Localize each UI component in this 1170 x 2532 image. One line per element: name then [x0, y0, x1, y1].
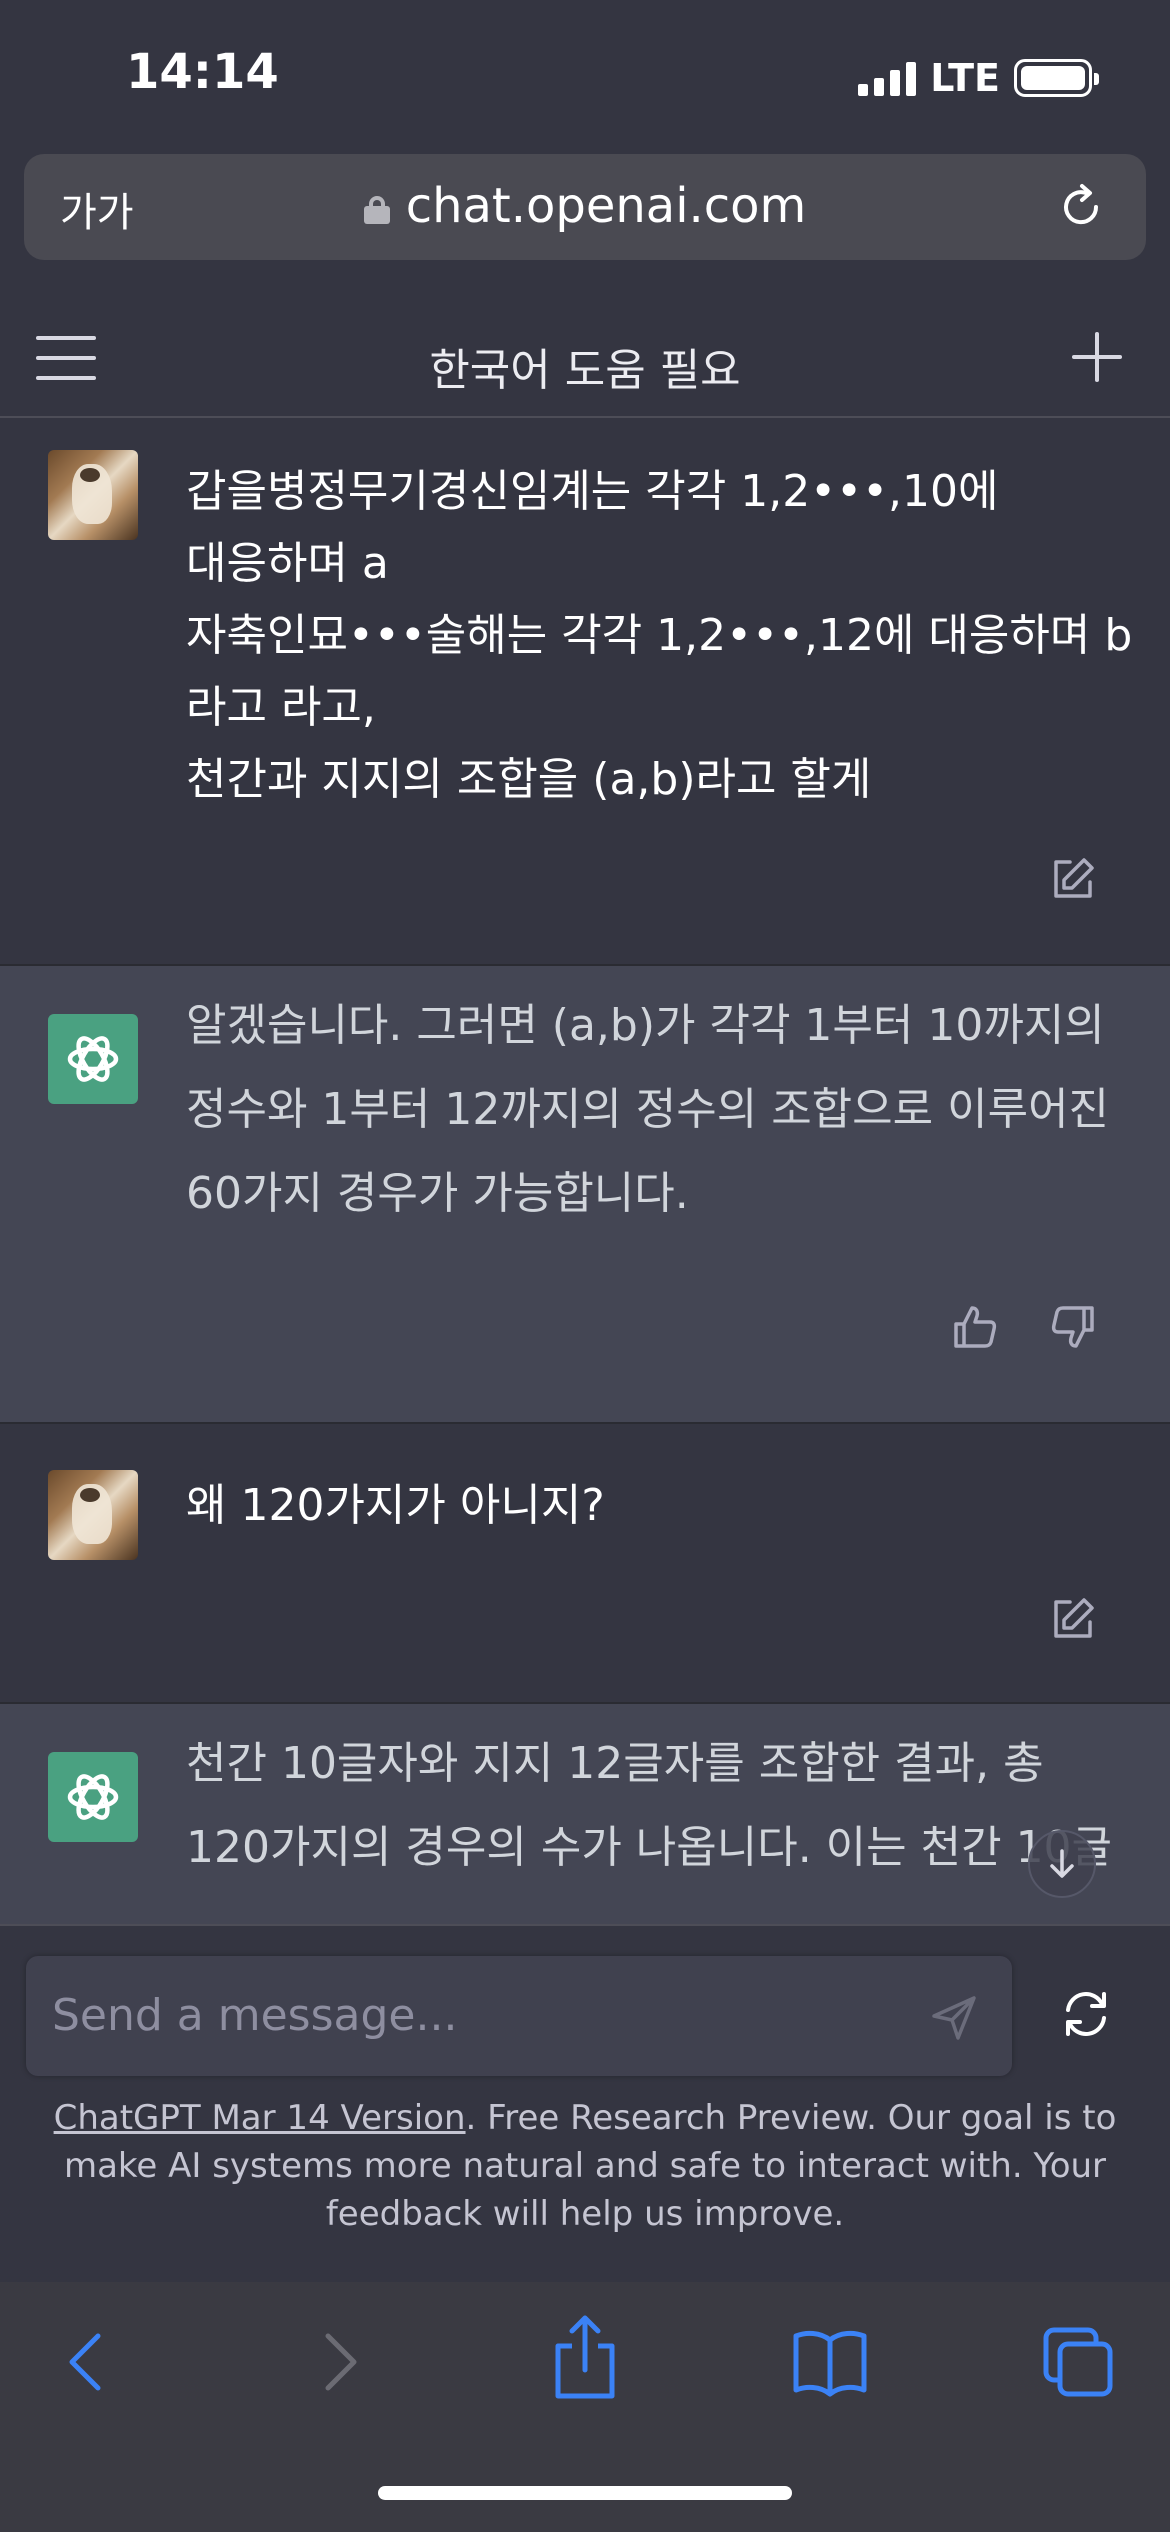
conversation[interactable]: 갑을병정무기경신임계는 각각 1,2•••,10에 대응하며 a 자축인묘•••… — [0, 420, 1170, 1924]
status-time: 14:14 — [126, 44, 279, 100]
home-indicator — [378, 2486, 792, 2500]
chat-title: 한국어 도움 필요 — [429, 345, 741, 396]
message-line: 라고 라고, — [186, 682, 376, 733]
status-bar: 14:14 LTE — [0, 0, 1170, 150]
url-display[interactable]: chat.openai.com — [24, 178, 1146, 234]
message-user: 갑을병정무기경신임계는 각각 1,2•••,10에 대응하며 a 자축인묘•••… — [0, 420, 1170, 966]
tabs-icon[interactable] — [1040, 2324, 1116, 2400]
message-input[interactable] — [52, 1982, 892, 2048]
edit-icon[interactable] — [1048, 1594, 1098, 1644]
chat-header: 한국어 도움 필요 — [0, 294, 1170, 418]
reload-icon[interactable] — [1056, 182, 1106, 232]
message-line: 알겠습니다. 그러면 (a,b)가 각각 1부터 10까지의 — [186, 1000, 1105, 1051]
message-line: 자축인묘•••술해는 각각 1,2•••,12에 대응하며 b — [186, 610, 1133, 661]
network-label: LTE — [930, 56, 1000, 100]
regenerate-icon[interactable] — [1060, 1988, 1112, 2040]
message-line: 천간과 지지의 조합을 (a,b)라고 할게 — [186, 754, 872, 805]
url-text: chat.openai.com — [405, 178, 807, 234]
edit-icon[interactable] — [1048, 854, 1098, 904]
message-input-box[interactable] — [26, 1956, 1012, 2076]
new-chat-icon[interactable] — [1072, 332, 1122, 382]
message-line: 60가지 경우가 가능합니다. — [186, 1168, 689, 1219]
message-text: 갑을병정무기경신임계는 각각 1,2•••,10에 대응하며 a 자축인묘•••… — [186, 456, 1133, 816]
thumbs-up-icon[interactable] — [950, 1302, 1000, 1352]
version-link[interactable]: ChatGPT Mar 14 Version — [54, 2098, 466, 2138]
share-icon[interactable] — [550, 2312, 620, 2402]
message-line: 천간 10글자와 지지 12글자를 조합한 결과, 총 — [186, 1738, 1044, 1789]
send-icon[interactable] — [930, 1994, 978, 2042]
battery-icon — [1014, 59, 1099, 97]
message-line: 대응하며 a — [186, 538, 389, 589]
scroll-to-bottom-button[interactable] — [1028, 1830, 1096, 1898]
arrow-down-icon — [1050, 1849, 1074, 1878]
bookmarks-icon[interactable] — [790, 2324, 870, 2400]
footer-note: ChatGPT Mar 14 Version. Free Research Pr… — [40, 2094, 1130, 2238]
chatgpt-logo-icon — [48, 1014, 138, 1104]
message-line: 갑을병정무기경신임계는 각각 1,2•••,10에 — [186, 466, 999, 517]
message-user: 왜 120가지가 아니지? — [0, 1424, 1170, 1704]
message-text: 천간 10글자와 지지 12글자를 조합한 결과, 총 120가지의 경우의 수… — [186, 1722, 1116, 1890]
message-line: 정수와 1부터 12까지의 정수의 조합으로 이루어진 — [186, 1084, 1110, 1135]
message-text: 왜 120가지가 아니지? — [186, 1470, 1116, 1542]
thumbs-down-icon[interactable] — [1048, 1302, 1098, 1352]
status-indicators: LTE — [858, 56, 1099, 100]
user-avatar — [48, 450, 138, 540]
message-assistant: 알겠습니다. 그러면 (a,b)가 각각 1부터 10까지의 정수와 1부터 1… — [0, 966, 1170, 1424]
message-line: 왜 120가지가 아니지? — [186, 1480, 605, 1531]
signal-icon — [858, 60, 917, 96]
message-line: 120가지의 경우의 수가 나옵니다. 이는 천간 10글 — [186, 1822, 1113, 1873]
user-avatar — [48, 1470, 138, 1560]
back-icon[interactable] — [62, 2324, 110, 2400]
lock-icon — [363, 196, 390, 224]
message-text: 알겠습니다. 그러면 (a,b)가 각각 1부터 10까지의 정수와 1부터 1… — [186, 984, 1116, 1236]
chatgpt-logo-icon — [48, 1752, 138, 1842]
composer-area: ChatGPT Mar 14 Version. Free Research Pr… — [0, 1924, 1170, 2282]
address-bar[interactable]: 가가 chat.openai.com — [24, 154, 1146, 260]
forward-icon[interactable] — [316, 2324, 364, 2400]
message-assistant: 천간 10글자와 지지 12글자를 조합한 결과, 총 120가지의 경우의 수… — [0, 1704, 1170, 1924]
